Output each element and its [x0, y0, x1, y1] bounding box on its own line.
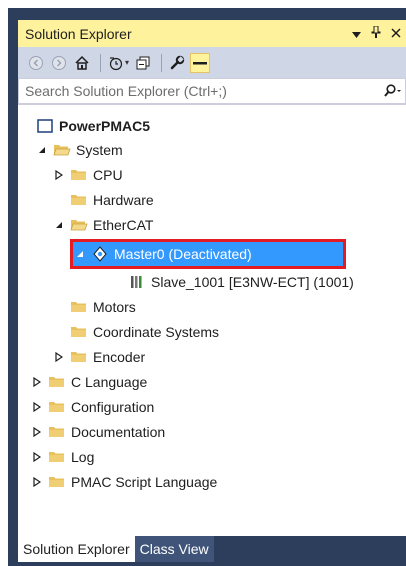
folder-icon: [70, 192, 88, 208]
toolbar-separator: [161, 53, 163, 72]
pin-icon[interactable]: [366, 25, 386, 41]
tree-node-label: PMAC Script Language: [71, 474, 218, 490]
tree-node-documentation[interactable]: Documentation: [30, 420, 165, 444]
tree-node-motors[interactable]: Motors: [70, 295, 136, 319]
collapsed-arrow-icon[interactable]: [30, 477, 44, 487]
folder-icon: [70, 349, 88, 365]
tree-node-master[interactable]: Master0 (Deactivated): [70, 239, 346, 269]
collapse-all-icon[interactable]: [133, 53, 153, 73]
tree-node-label: Motors: [93, 299, 136, 315]
project-icon: [36, 118, 54, 134]
tree-node-pmac-script[interactable]: PMAC Script Language: [30, 470, 217, 494]
search-input[interactable]: Search Solution Explorer (Ctrl+;): [25, 83, 379, 99]
pending-changes-icon[interactable]: [106, 53, 126, 73]
tree-node-encoder[interactable]: Encoder: [52, 345, 145, 369]
home-icon[interactable]: [72, 53, 92, 73]
tree-node-label: CPU: [93, 167, 123, 183]
tree-node-label: C Language: [71, 374, 148, 390]
panel-title: Solution Explorer: [25, 25, 132, 42]
expanded-arrow-icon[interactable]: [73, 250, 87, 258]
folder-open-icon: [70, 217, 88, 233]
collapsed-arrow-icon[interactable]: [30, 377, 44, 387]
solution-tree: PowerPMAC5 System CPU Hardware EtherCAT …: [18, 104, 406, 537]
search-icon[interactable]: [379, 84, 405, 98]
tree-node-label: Documentation: [71, 424, 166, 440]
chevron-down-icon[interactable]: ▾: [125, 58, 129, 67]
tree-node-ethercat[interactable]: EtherCAT: [52, 213, 153, 237]
solution-explorer-panel: Solution Explorer ▾ Search Solution Expl…: [18, 20, 406, 566]
sync-active-document-icon[interactable]: [190, 52, 211, 73]
tree-node-label: Slave_1001 [E3NW-ECT] (1001): [151, 274, 354, 290]
collapsed-arrow-icon[interactable]: [52, 352, 66, 362]
expanded-arrow-icon[interactable]: [52, 221, 66, 229]
tree-node-label: PowerPMAC5: [59, 118, 151, 134]
tree-node-label: Coordinate Systems: [93, 324, 220, 340]
collapsed-arrow-icon[interactable]: [30, 427, 44, 437]
tree-node-label: Log: [71, 449, 95, 465]
tab-solution-explorer[interactable]: Solution Explorer: [18, 536, 135, 562]
properties-wrench-icon[interactable]: [167, 53, 187, 73]
collapsed-arrow-icon[interactable]: [52, 170, 66, 180]
dropdown-icon[interactable]: [346, 27, 366, 41]
tree-node-label: Hardware: [93, 192, 154, 208]
tree-node-system[interactable]: System: [35, 138, 123, 162]
ethercat-master-icon: [91, 246, 109, 262]
folder-icon: [48, 374, 66, 390]
tab-class-view[interactable]: Class View: [134, 536, 214, 562]
tree-node-slave[interactable]: Slave_1001 [E3NW-ECT] (1001): [128, 270, 354, 294]
folder-open-icon: [53, 142, 71, 158]
expanded-arrow-icon[interactable]: [35, 146, 49, 154]
tree-node-label: System: [76, 142, 123, 158]
tree-node-hardware[interactable]: Hardware: [70, 188, 154, 212]
tree-node-label: Configuration: [71, 399, 155, 415]
folder-icon: [70, 167, 88, 183]
tree-node-label: Encoder: [93, 349, 146, 365]
close-icon[interactable]: [386, 27, 406, 41]
tree-node-cpu[interactable]: CPU: [52, 163, 123, 187]
search-box[interactable]: Search Solution Explorer (Ctrl+;): [18, 78, 406, 104]
tree-node-coordinate-systems[interactable]: Coordinate Systems: [70, 320, 219, 344]
bottom-tab-bar: Solution Explorer Class View: [18, 536, 406, 566]
collapsed-arrow-icon[interactable]: [30, 402, 44, 412]
folder-icon: [70, 299, 88, 315]
tree-node-log[interactable]: Log: [30, 445, 94, 469]
folder-icon: [70, 324, 88, 340]
folder-icon: [48, 424, 66, 440]
folder-icon: [48, 449, 66, 465]
forward-icon[interactable]: [49, 53, 69, 73]
folder-icon: [48, 474, 66, 490]
panel-titlebar: Solution Explorer: [18, 20, 406, 47]
toolbar: ▾: [18, 47, 406, 78]
tree-node-configuration[interactable]: Configuration: [30, 395, 154, 419]
folder-icon: [48, 399, 66, 415]
tree-node-c-language[interactable]: C Language: [30, 370, 147, 394]
tree-node-root[interactable]: PowerPMAC5: [36, 114, 150, 138]
slave-device-icon: [128, 274, 146, 290]
tree-node-label: Master0 (Deactivated): [114, 246, 252, 262]
collapsed-arrow-icon[interactable]: [30, 452, 44, 462]
toolbar-separator: [100, 53, 101, 72]
tree-node-label: EtherCAT: [93, 217, 154, 233]
back-icon[interactable]: [26, 53, 46, 73]
